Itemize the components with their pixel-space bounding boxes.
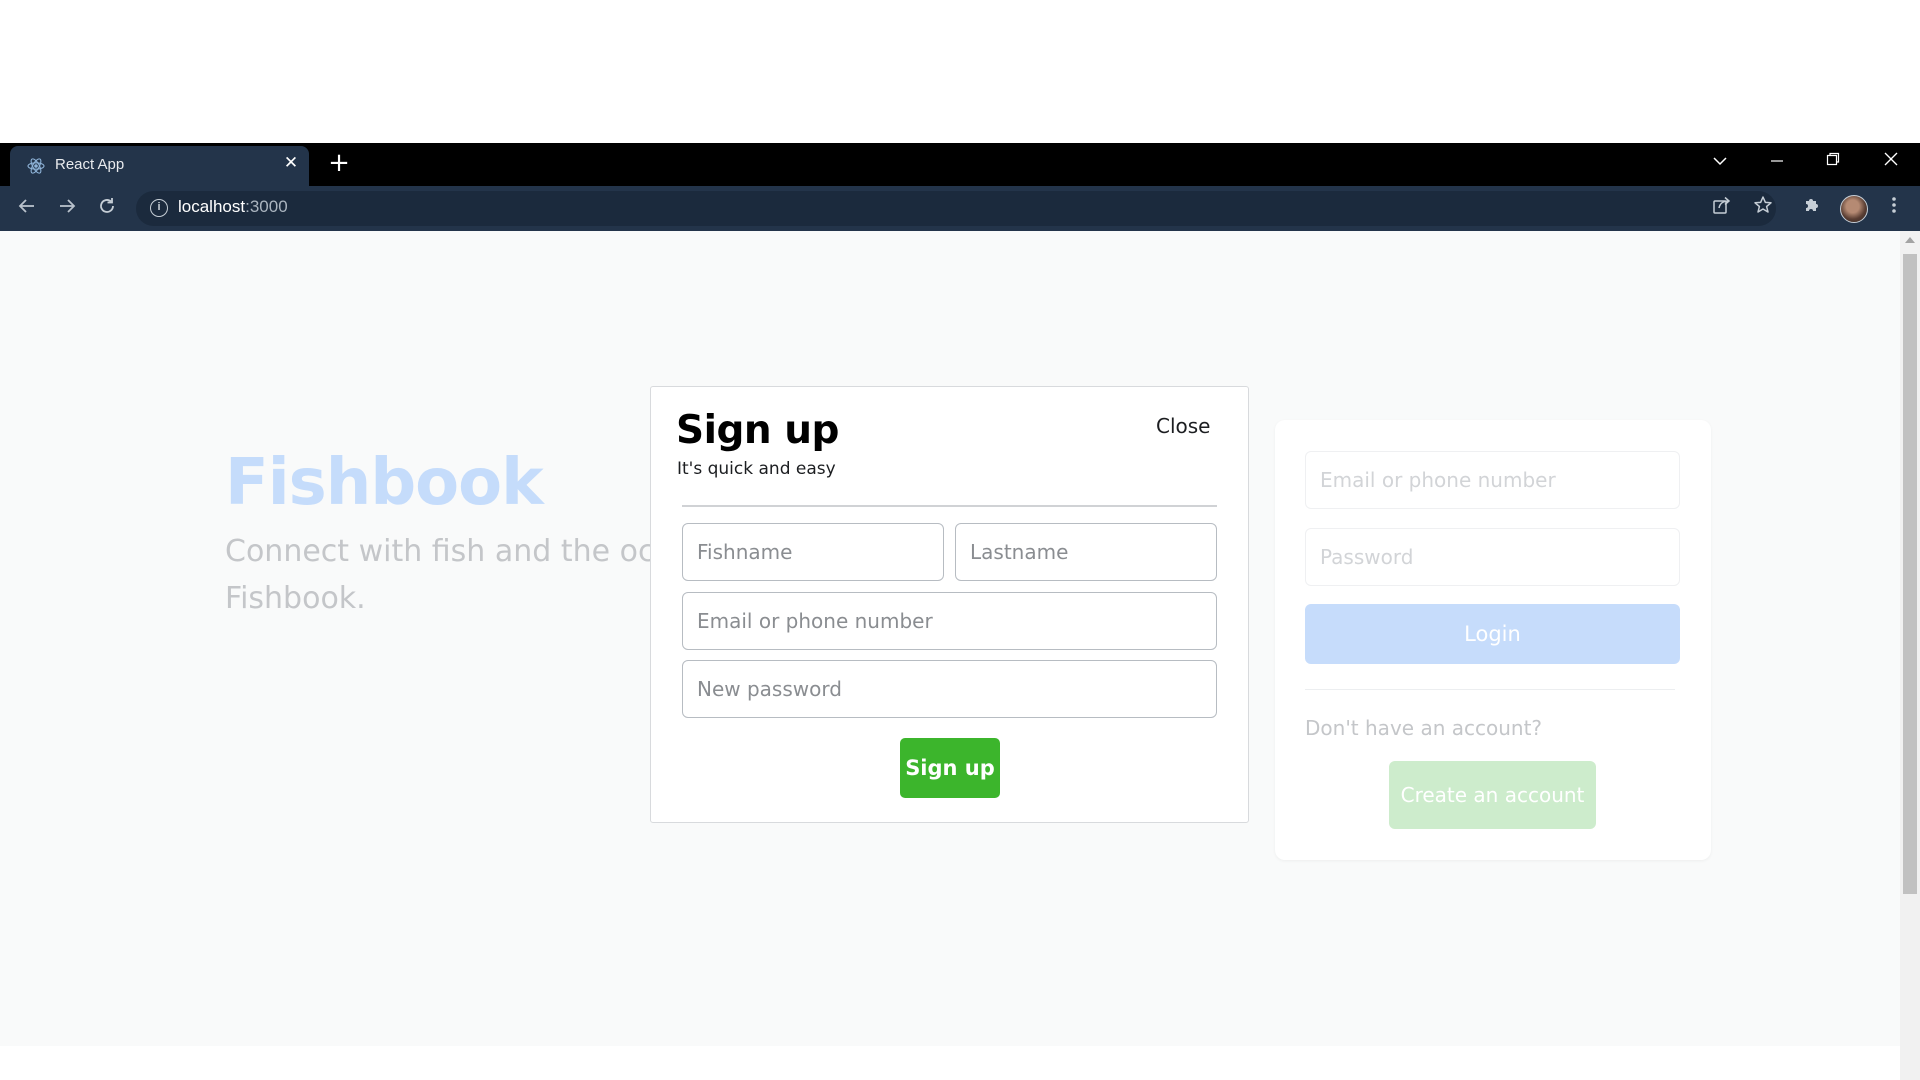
login-email-input[interactable]: Email or phone number bbox=[1305, 451, 1680, 509]
address-bar[interactable] bbox=[136, 191, 1776, 226]
kebab-menu-icon[interactable] bbox=[1880, 195, 1908, 223]
tab-title: React App bbox=[55, 156, 125, 173]
create-account-button[interactable]: Create an account bbox=[1389, 761, 1596, 829]
restore-icon[interactable] bbox=[1813, 147, 1853, 175]
new-tab-plus-icon[interactable]: + bbox=[326, 150, 352, 176]
share-icon[interactable] bbox=[1708, 195, 1736, 223]
lastname-input[interactable] bbox=[955, 523, 1217, 581]
firstname-input[interactable] bbox=[682, 523, 944, 581]
url-port: :3000 bbox=[245, 197, 288, 216]
brand-title: Fishbook bbox=[225, 446, 544, 520]
arrow-right-icon[interactable] bbox=[52, 194, 82, 224]
puzzle-icon[interactable] bbox=[1798, 195, 1826, 223]
profile-avatar[interactable] bbox=[1840, 195, 1868, 223]
page-bottom-edge bbox=[0, 1046, 1900, 1080]
react-logo-icon bbox=[27, 158, 45, 174]
signup-submit-button[interactable]: Sign up bbox=[900, 738, 1000, 798]
url-host: localhost bbox=[178, 197, 246, 216]
window-close-icon[interactable] bbox=[1871, 147, 1911, 175]
tagline-line-2: Fishbook. bbox=[225, 581, 366, 616]
screen-top-margin bbox=[0, 0, 1920, 143]
browser-tab-bar: React App ✕ bbox=[0, 143, 1920, 186]
new-password-input[interactable] bbox=[682, 660, 1217, 718]
tab-close-icon[interactable]: ✕ bbox=[280, 152, 302, 174]
browser-tab[interactable]: React App ✕ bbox=[10, 146, 309, 186]
signup-email-input[interactable] bbox=[682, 592, 1217, 650]
info-icon[interactable]: i bbox=[150, 199, 168, 217]
tagline-line-1: Connect with fish and the ocean around y… bbox=[225, 534, 655, 569]
login-button[interactable]: Login bbox=[1305, 604, 1680, 664]
minimize-icon[interactable] bbox=[1757, 147, 1797, 175]
star-icon[interactable] bbox=[1749, 195, 1777, 223]
scrollbar-thumb[interactable] bbox=[1903, 254, 1917, 894]
address-bar-url[interactable]: localhost:3000 bbox=[178, 197, 288, 217]
arrow-left-icon[interactable] bbox=[12, 194, 42, 224]
modal-divider bbox=[682, 505, 1217, 507]
scroll-up-arrow-icon[interactable] bbox=[1905, 237, 1915, 243]
login-divider bbox=[1305, 689, 1675, 690]
signup-modal-subtitle: It's quick and easy bbox=[677, 459, 836, 479]
login-password-input[interactable]: Password bbox=[1305, 528, 1680, 586]
tab-search-chevron-icon[interactable] bbox=[1700, 147, 1740, 175]
no-account-text: Don't have an account? bbox=[1305, 716, 1543, 740]
reload-icon[interactable] bbox=[92, 194, 122, 224]
modal-close-button[interactable]: Close bbox=[1156, 414, 1210, 438]
signup-modal-title: Sign up bbox=[676, 408, 839, 453]
brand-tagline: Connect with fish and the ocean around y… bbox=[225, 528, 655, 628]
